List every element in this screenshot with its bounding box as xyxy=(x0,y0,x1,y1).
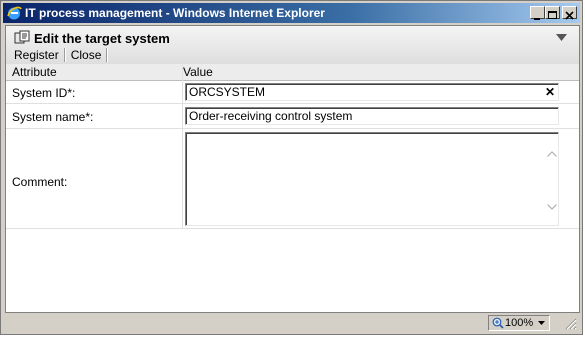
window-title: IT process management - Windows Internet… xyxy=(25,6,325,20)
maximize-button[interactable] xyxy=(545,6,560,19)
chevron-down-icon[interactable] xyxy=(538,321,545,325)
clear-icon[interactable]: ✕ xyxy=(545,85,555,99)
toolbar: Register Close xyxy=(12,47,111,63)
resize-grip-icon[interactable] xyxy=(564,317,577,330)
edit-system-icon xyxy=(14,30,30,44)
system-name-label: System name*: xyxy=(12,110,94,124)
dialog-header: Edit the target system Register Close xyxy=(6,26,579,64)
system-name-input[interactable] xyxy=(185,107,559,125)
toolbar-separator xyxy=(63,48,66,62)
internet-explorer-icon xyxy=(7,6,22,20)
page-title: Edit the target system xyxy=(34,31,170,46)
comment-label: Comment: xyxy=(12,175,68,189)
system-id-label: System ID*: xyxy=(12,86,76,100)
close-button[interactable]: Close xyxy=(69,47,104,63)
title-bar: IT process management - Windows Internet… xyxy=(3,3,580,23)
minimize-button[interactable] xyxy=(530,6,545,20)
close-window-button[interactable] xyxy=(562,6,577,20)
toolbar-separator xyxy=(106,48,109,62)
comment-textarea[interactable] xyxy=(185,132,559,226)
zoom-level: 100% xyxy=(505,317,534,329)
scroll-up-icon[interactable] xyxy=(547,151,557,157)
collapse-icon[interactable] xyxy=(556,34,567,41)
browser-window: IT process management - Windows Internet… xyxy=(0,0,583,335)
zoom-icon xyxy=(492,317,504,329)
value-column-header: Value xyxy=(183,65,213,79)
table-header: Attribute Value xyxy=(6,64,579,81)
attribute-column-header: Attribute xyxy=(12,65,57,79)
zoom-control[interactable]: 100% xyxy=(488,315,550,331)
status-bar: 100% xyxy=(3,313,580,333)
dialog-content: Edit the target system Register Close At… xyxy=(5,25,580,313)
scroll-down-icon[interactable] xyxy=(547,204,557,210)
system-id-input[interactable] xyxy=(185,83,559,101)
register-button[interactable]: Register xyxy=(12,47,61,63)
